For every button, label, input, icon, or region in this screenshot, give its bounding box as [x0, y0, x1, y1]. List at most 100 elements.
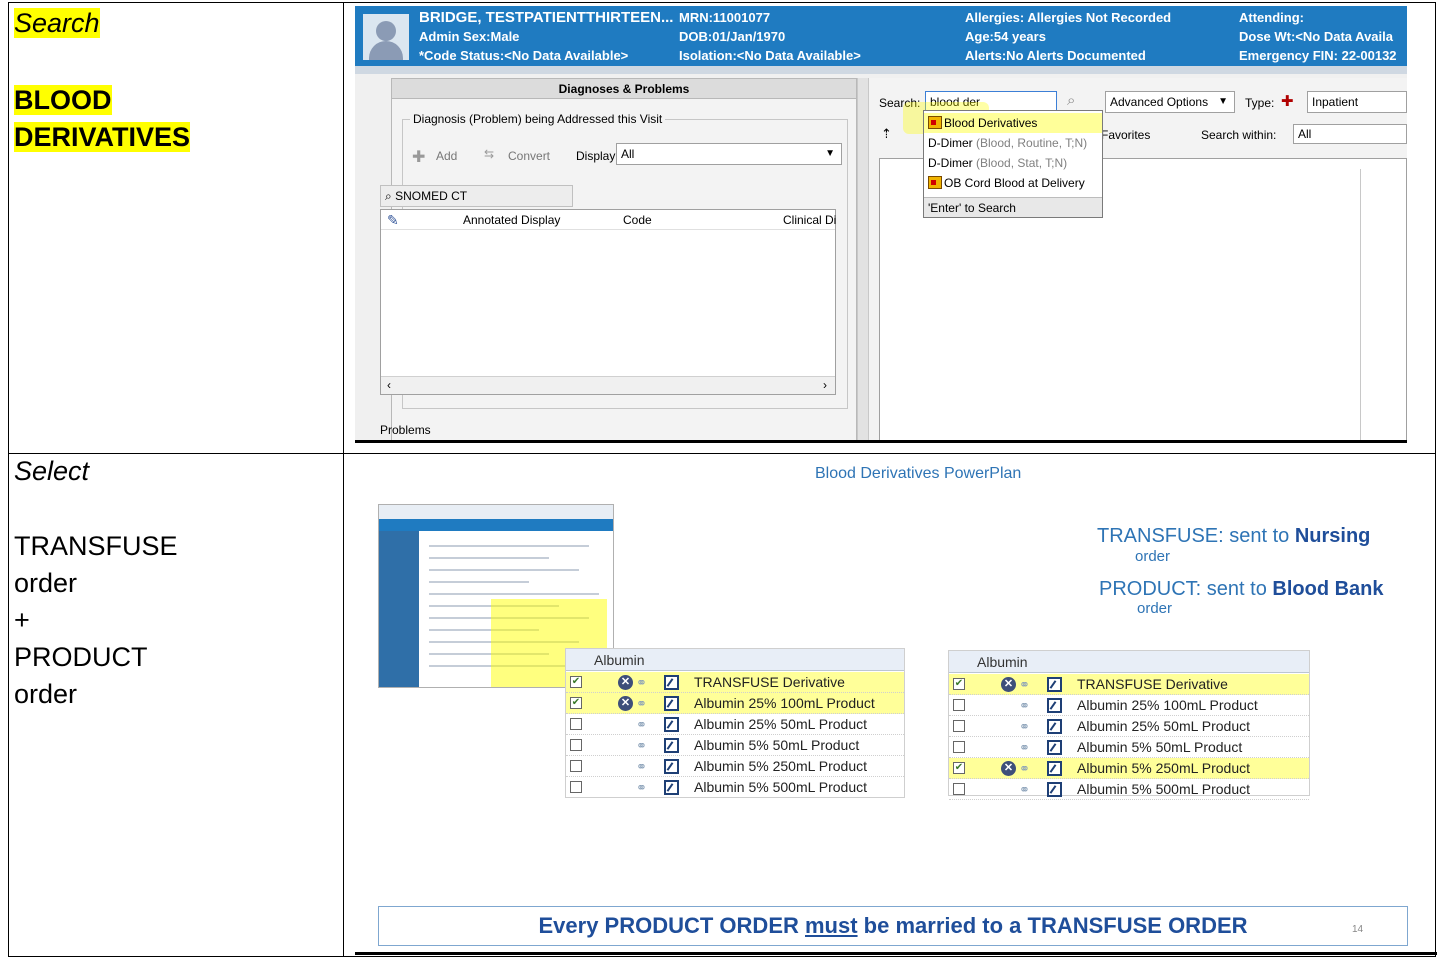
albumin-row[interactable]: ⚭ Albumin 25% 50mL Product — [566, 714, 904, 735]
product-note-sub: order — [1137, 600, 1173, 617]
col-annotated-display[interactable]: Annotated Display — [463, 213, 560, 227]
albumin-item-label: Albumin 5% 500mL Product — [694, 779, 868, 795]
order-checkbox[interactable]: ✔ — [570, 697, 582, 709]
order-details-icon[interactable] — [1047, 698, 1062, 713]
emergency-fin: Emergency FIN: 22-00132 — [1239, 48, 1397, 63]
horizontal-scrollbar[interactable]: ‹ › — [381, 376, 835, 394]
pane-splitter[interactable] — [857, 78, 869, 440]
albumin-row[interactable]: ⚭ Albumin 5% 250mL Product — [566, 756, 904, 777]
search-icon: ⌕ — [385, 189, 392, 203]
remove-icon[interactable]: ✕ — [618, 696, 633, 711]
add-plus-icon[interactable]: ✚ — [412, 147, 425, 167]
order-checkbox[interactable] — [953, 783, 965, 795]
remove-icon[interactable]: ✕ — [618, 675, 633, 690]
order-checkbox[interactable] — [953, 720, 965, 732]
order-details-icon[interactable] — [1047, 740, 1062, 755]
albumin-row[interactable]: ⚭ Albumin 5% 50mL Product — [566, 735, 904, 756]
order-details-icon[interactable] — [664, 759, 679, 774]
order-details-icon[interactable] — [664, 717, 679, 732]
albumin-item-label: TRANSFUSE Derivative — [1077, 676, 1228, 692]
row-divider — [9, 453, 1435, 454]
suggestion-d-dimer-routine[interactable]: D-Dimer (Blood, Routine, T;N) — [924, 133, 1102, 153]
link-icon: ⚭ — [1019, 740, 1030, 755]
col-code[interactable]: Code — [623, 213, 652, 227]
link-icon: ⚭ — [636, 780, 647, 795]
search-within-select[interactable]: All — [1293, 124, 1407, 144]
link-icon: ⚭ — [1019, 719, 1030, 734]
order-checkbox[interactable] — [570, 718, 582, 730]
search-suggestions: Blood Derivatives D-Dimer (Blood, Routin… — [923, 110, 1103, 218]
search-within-label: Search within: — [1201, 128, 1277, 142]
scroll-left-icon[interactable]: ‹ — [387, 378, 391, 392]
albumin-row[interactable]: ⚭ Albumin 5% 500mL Product — [566, 777, 904, 798]
order-details-icon[interactable] — [1047, 677, 1062, 692]
albumin-header: Albumin — [949, 651, 1309, 673]
enter-to-search-hint[interactable]: 'Enter' to Search — [924, 197, 1102, 217]
albumin-row[interactable]: ✔ ✕ ⚭ Albumin 5% 250mL Product — [949, 758, 1309, 779]
order-details-icon[interactable] — [664, 738, 679, 753]
order-checkbox[interactable] — [953, 699, 965, 711]
albumin-row[interactable]: ⚭ Albumin 25% 50mL Product — [949, 716, 1309, 737]
albumin-row[interactable]: ⚭ Albumin 5% 50mL Product — [949, 737, 1309, 758]
advanced-options-dropdown[interactable]: Advanced Options ▼ — [1105, 91, 1235, 113]
albumin-item-label: Albumin 25% 100mL Product — [694, 695, 875, 711]
chevron-down-icon: ▼ — [825, 148, 835, 159]
order-checkbox[interactable]: ✔ — [953, 678, 965, 690]
link-icon: ⚭ — [1019, 782, 1030, 797]
link-icon: ⚭ — [636, 675, 647, 690]
albumin-row[interactable]: ✔ ✕ ⚭ TRANSFUSE Derivative — [566, 672, 904, 693]
type-select[interactable]: Inpatient — [1307, 91, 1407, 113]
remove-icon[interactable]: ✕ — [1001, 761, 1016, 776]
patient-name[interactable]: BRIDGE, TESTPATIENTTHIRTEEN... — [419, 8, 673, 27]
transfuse-note: TRANSFUSE: sent to Nursing — [1097, 525, 1371, 547]
albumin-row[interactable]: ⚭ Albumin 25% 100mL Product — [949, 695, 1309, 716]
order-details-icon[interactable] — [664, 780, 679, 795]
diagnoses-panel: Diagnoses & Problems Diagnosis (Problem)… — [380, 78, 857, 440]
albumin-item-label: Albumin 25% 50mL Product — [1077, 718, 1251, 734]
albumin-row[interactable]: ✔ ✕ ⚭ TRANSFUSE Derivative — [949, 674, 1309, 695]
col-clinical-dx[interactable]: Clinical Di — [783, 213, 836, 227]
convert-button[interactable]: Convert — [508, 149, 550, 163]
albumin-list-right: Albumin ✔ ✕ ⚭ TRANSFUSE Derivative ⚭ Albumin 2… — [948, 650, 1310, 800]
order-checkbox[interactable]: ✔ — [953, 762, 965, 774]
order-checkbox[interactable] — [570, 781, 582, 793]
order-details-icon[interactable] — [1047, 782, 1062, 797]
step-2-label: Select — [14, 456, 90, 486]
order-details-icon[interactable] — [664, 696, 679, 711]
order-checkbox[interactable] — [570, 760, 582, 772]
orders-screenshot: BRIDGE, TESTPATIENTTHIRTEEN... Admin Sex… — [355, 6, 1407, 443]
column-divider — [343, 3, 344, 956]
order-checkbox[interactable] — [953, 741, 965, 753]
order-icon — [928, 116, 942, 129]
folder-up-icon[interactable]: ⇡ — [881, 126, 892, 142]
step-1-target: BLOOD DERIVATIVES — [14, 85, 191, 152]
add-button[interactable]: Add — [436, 149, 457, 163]
albumin-row[interactable]: ⚭ Albumin 5% 500mL Product — [949, 779, 1309, 800]
order-details-icon[interactable] — [1047, 719, 1062, 734]
suggestion-d-dimer-stat[interactable]: D-Dimer (Blood, Stat, T;N) — [924, 153, 1102, 173]
order-details-icon[interactable] — [664, 675, 679, 690]
order-details-icon[interactable] — [1047, 761, 1062, 776]
snomed-search[interactable]: ⌕ SNOMED CT — [380, 185, 573, 207]
scroll-right-icon[interactable]: › — [823, 378, 827, 392]
order-icon — [928, 176, 942, 189]
suggestion-ob-cord-blood[interactable]: OB Cord Blood at Delivery — [924, 173, 1102, 193]
albumin-row[interactable]: ✔ ✕ ⚭ Albumin 25% 100mL Product — [566, 693, 904, 714]
slide-title: Blood Derivatives PowerPlan — [815, 465, 1022, 482]
albumin-item-label: Albumin 5% 50mL Product — [1077, 739, 1243, 755]
display-select[interactable]: All ▼ — [616, 143, 842, 165]
alerts[interactable]: Alerts:No Alerts Documented — [965, 46, 1146, 65]
order-checkbox[interactable]: ✔ — [570, 676, 582, 688]
albumin-item-label: Albumin 25% 50mL Product — [694, 716, 868, 732]
age: Age:54 years — [965, 29, 1046, 44]
edit-icon[interactable]: ✎ — [387, 212, 399, 229]
order-checkbox[interactable] — [570, 739, 582, 751]
display-label: Display: — [576, 149, 619, 163]
allergies[interactable]: Allergies: Allergies Not Recorded — [965, 8, 1171, 27]
albumin-item-label: Albumin 5% 250mL Product — [694, 758, 868, 774]
magnifier-icon[interactable]: ⌕ — [1067, 92, 1075, 109]
remove-icon[interactable]: ✕ — [1001, 677, 1016, 692]
convert-icon[interactable]: ⇆ — [484, 147, 494, 161]
suggestion-blood-derivatives[interactable]: Blood Derivatives — [924, 113, 1102, 133]
albumin-header: Albumin — [566, 649, 904, 671]
